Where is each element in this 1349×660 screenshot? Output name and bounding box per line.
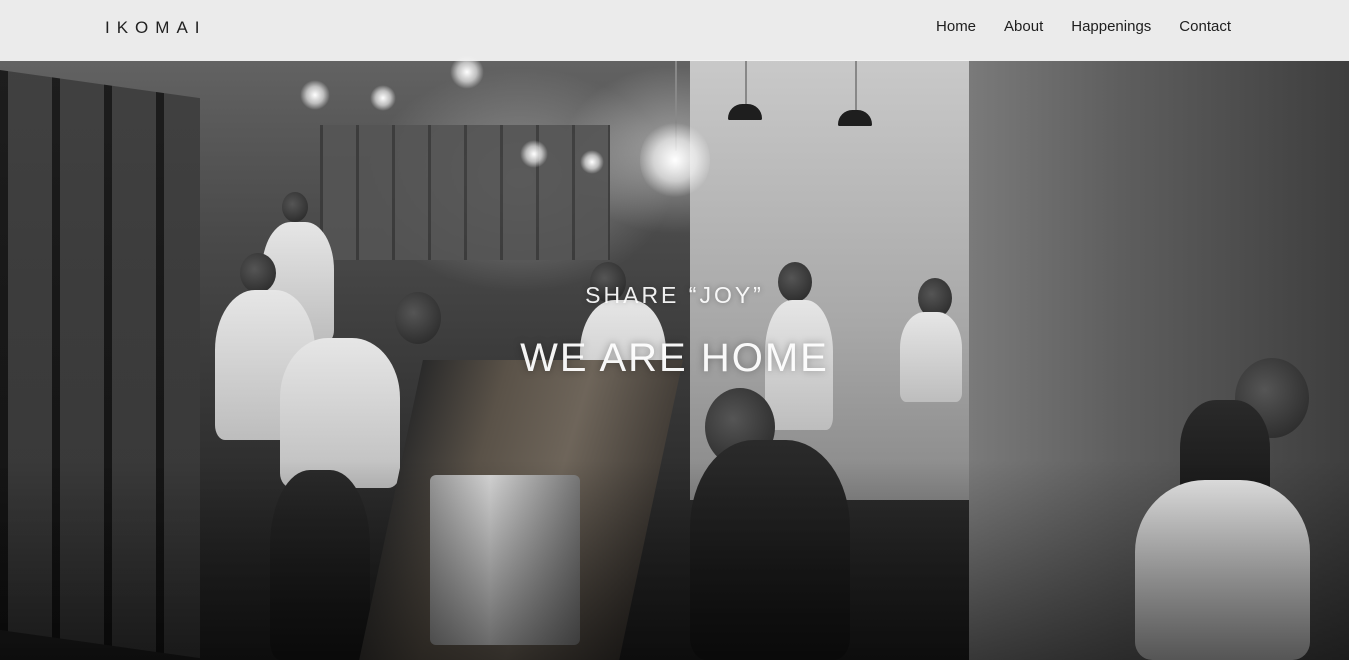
hero-tagline: SHARE “JOY” — [585, 282, 764, 308]
string-light — [580, 150, 604, 174]
pendant-shade — [728, 104, 762, 120]
hero-headline: WE ARE HOME — [520, 336, 829, 380]
hero-background-image — [0, 0, 1349, 660]
site-logo[interactable]: IKOMAI — [105, 18, 207, 38]
pendant-bulb — [640, 120, 710, 200]
string-light — [300, 80, 330, 110]
nav-link-happenings[interactable]: Happenings — [1071, 18, 1151, 35]
pendant-cord — [745, 61, 747, 106]
top-navigation-bar: IKOMAI Home About Happenings Contact — [0, 0, 1349, 61]
main-nav: Home About Happenings Contact — [936, 18, 1231, 35]
person-head — [282, 192, 308, 222]
floor-shadow — [0, 460, 1349, 660]
nav-link-contact[interactable]: Contact — [1179, 18, 1231, 35]
pendant-cord — [855, 61, 857, 113]
pendant-shade — [838, 110, 872, 126]
garden-window — [320, 125, 610, 260]
nav-link-home[interactable]: Home — [936, 18, 976, 35]
nav-link-about[interactable]: About — [1004, 18, 1043, 35]
string-light — [370, 85, 396, 111]
string-light — [520, 140, 548, 168]
